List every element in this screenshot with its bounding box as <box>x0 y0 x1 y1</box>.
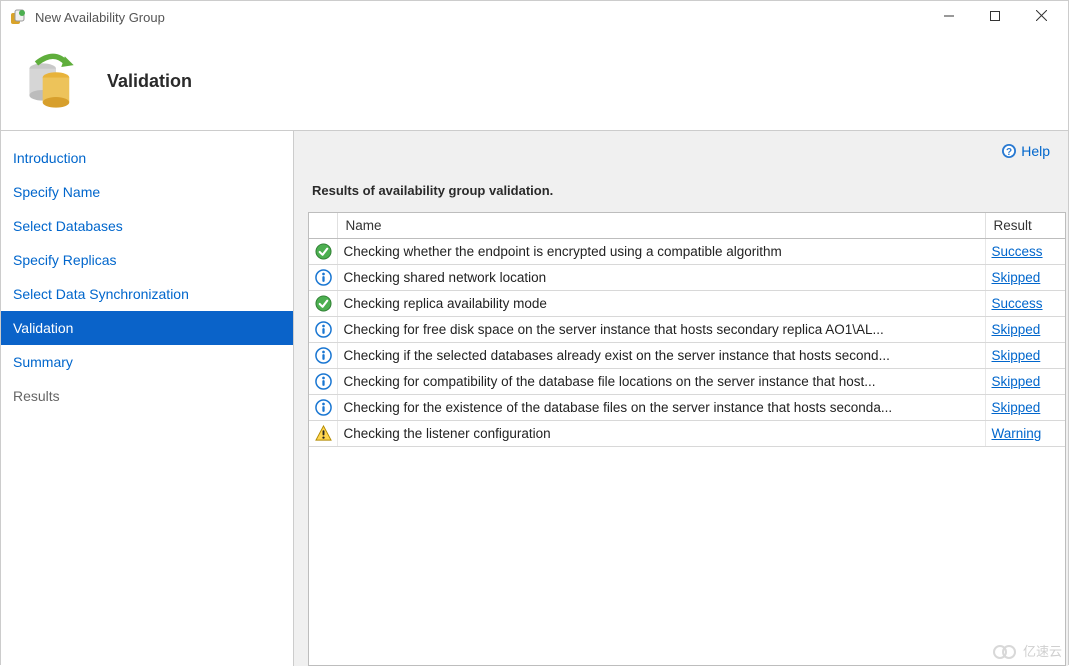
table-row: Checking shared network location Skipped <box>309 265 1065 291</box>
info-icon <box>309 395 337 421</box>
validation-results-table: Name Result Checking whether the endpoin… <box>308 212 1066 666</box>
info-icon <box>309 343 337 369</box>
maximize-button[interactable] <box>972 2 1018 32</box>
validation-result-cell: Skipped <box>985 343 1065 369</box>
info-icon <box>309 317 337 343</box>
result-link[interactable]: Success <box>992 296 1043 311</box>
validation-result-cell: Skipped <box>985 265 1065 291</box>
column-header-result[interactable]: Result <box>985 213 1065 239</box>
validation-result-cell: Skipped <box>985 317 1065 343</box>
validation-result-cell: Warning <box>985 421 1065 447</box>
validation-check-name: Checking for free disk space on the serv… <box>337 317 985 343</box>
validation-check-name: Checking replica availability mode <box>337 291 985 317</box>
validation-check-name: Checking whether the endpoint is encrypt… <box>337 239 985 265</box>
window-title: New Availability Group <box>35 10 926 25</box>
validation-result-cell: Success <box>985 239 1065 265</box>
result-link[interactable]: Skipped <box>992 322 1041 337</box>
wizard-step: Results <box>1 379 293 413</box>
result-link[interactable]: Skipped <box>992 374 1041 389</box>
column-header-name[interactable]: Name <box>337 213 985 239</box>
info-icon <box>309 369 337 395</box>
page-title: Validation <box>107 71 192 92</box>
help-icon: ? <box>1001 143 1017 159</box>
warning-icon <box>309 421 337 447</box>
table-row: Checking whether the endpoint is encrypt… <box>309 239 1065 265</box>
wizard-step[interactable]: Validation <box>1 311 293 345</box>
info-icon <box>309 265 337 291</box>
titlebar: New Availability Group <box>1 1 1068 33</box>
app-icon <box>9 8 27 26</box>
close-icon <box>1036 10 1047 24</box>
wizard-step[interactable]: Specify Name <box>1 175 293 209</box>
minimize-button[interactable] <box>926 2 972 32</box>
wizard-step[interactable]: Specify Replicas <box>1 243 293 277</box>
result-link[interactable]: Warning <box>992 426 1042 441</box>
success-icon <box>309 239 337 265</box>
result-link[interactable]: Skipped <box>992 348 1041 363</box>
column-header-icon[interactable] <box>309 213 337 239</box>
result-link[interactable]: Success <box>992 244 1043 259</box>
validation-check-name: Checking for the existence of the databa… <box>337 395 985 421</box>
svg-text:?: ? <box>1006 147 1012 158</box>
validation-result-cell: Skipped <box>985 369 1065 395</box>
watermark-text: 亿速云 <box>1023 641 1062 660</box>
help-link[interactable]: ? Help <box>1001 143 1050 159</box>
maximize-icon <box>990 11 1000 24</box>
table-row: Checking if the selected databases alrea… <box>309 343 1065 369</box>
wizard-step[interactable]: Introduction <box>1 141 293 175</box>
table-row: Checking the listener configuration Warni… <box>309 421 1065 447</box>
content-pane: ? Help Results of availability group val… <box>294 131 1068 666</box>
wizard-step[interactable]: Select Data Synchronization <box>1 277 293 311</box>
validation-result-cell: Skipped <box>985 395 1065 421</box>
validation-check-name: Checking the listener configuration <box>337 421 985 447</box>
help-label: Help <box>1021 143 1050 159</box>
result-link[interactable]: Skipped <box>992 400 1041 415</box>
validation-check-name: Checking if the selected databases alrea… <box>337 343 985 369</box>
watermark: 亿速云 <box>991 641 1062 660</box>
wizard-step[interactable]: Summary <box>1 345 293 379</box>
success-icon <box>309 291 337 317</box>
validation-check-name: Checking shared network location <box>337 265 985 291</box>
minimize-icon <box>944 11 954 24</box>
validation-result-cell: Success <box>985 291 1065 317</box>
validation-check-name: Checking for compatibility of the databa… <box>337 369 985 395</box>
close-button[interactable] <box>1018 2 1064 32</box>
wizard-steps-sidebar: IntroductionSpecify NameSelect Databases… <box>1 131 294 666</box>
table-row: Checking replica availability mode Succes… <box>309 291 1065 317</box>
table-row: Checking for the existence of the databa… <box>309 395 1065 421</box>
table-row: Checking for free disk space on the serv… <box>309 317 1065 343</box>
wizard-step[interactable]: Select Databases <box>1 209 293 243</box>
wizard-header: Validation <box>1 33 1068 131</box>
table-row: Checking for compatibility of the databa… <box>309 369 1065 395</box>
result-link[interactable]: Skipped <box>992 270 1041 285</box>
wizard-logo-icon <box>17 51 79 113</box>
results-heading: Results of availability group validation… <box>294 159 1068 212</box>
